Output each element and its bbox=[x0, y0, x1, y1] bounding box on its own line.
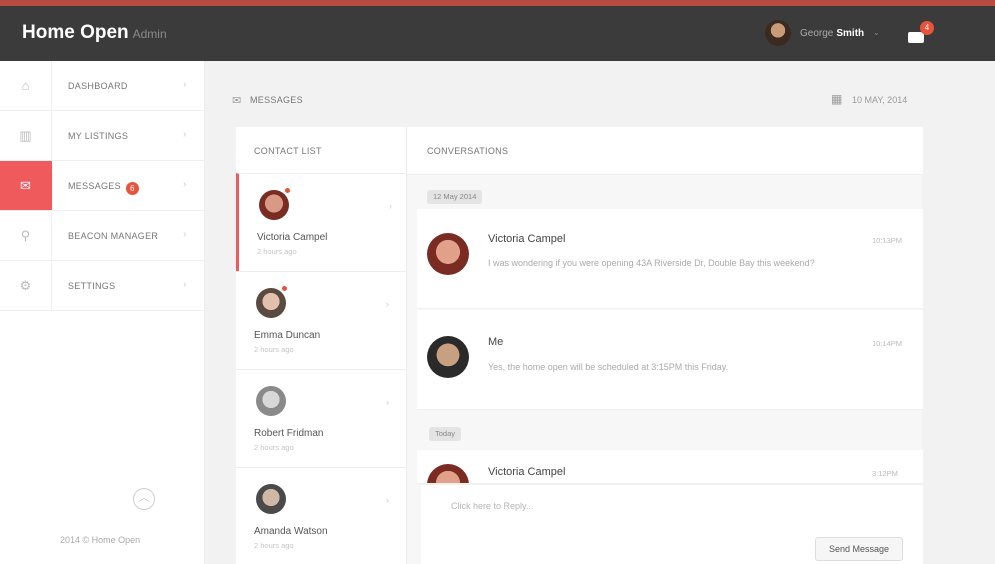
chevron-right-icon: › bbox=[183, 79, 187, 90]
scroll-up-button[interactable]: ︿ bbox=[133, 488, 155, 510]
message-time: 10:13PM bbox=[872, 236, 903, 245]
footer-copyright: 2014 © Home Open bbox=[60, 535, 141, 545]
home-icon: ⌂ bbox=[0, 61, 52, 110]
contact-time: 2 hours ago bbox=[257, 247, 297, 256]
calendar-icon: ▦ bbox=[831, 92, 843, 106]
chevron-right-icon: › bbox=[386, 397, 389, 407]
sidebar-item-label-text: MESSAGES bbox=[68, 181, 121, 191]
chevron-down-icon[interactable]: ⌄ bbox=[873, 28, 880, 37]
avatar bbox=[259, 190, 289, 220]
chevron-right-icon: › bbox=[386, 495, 389, 505]
date-separator: 12 May 2014 bbox=[427, 190, 483, 204]
avatar bbox=[427, 336, 469, 378]
message-item: Victoria Campel 10:13PM I was wondering … bbox=[417, 209, 923, 309]
sidebar: ⌂ DASHBOARD › ▥ MY LISTINGS › ✉ MESSAGES… bbox=[0, 61, 205, 564]
sidebar-item-label: MESSAGES 6 bbox=[68, 181, 139, 195]
sidebar-item-dashboard[interactable]: ⌂ DASHBOARD › bbox=[0, 61, 205, 111]
user-first-name: George bbox=[800, 28, 834, 39]
contact-name: Emma Duncan bbox=[254, 330, 321, 341]
contact-item-amanda-watson[interactable]: Amanda Watson 2 hours ago › bbox=[236, 467, 406, 564]
sidebar-item-beacon-manager[interactable]: ⚲ BEACON MANAGER › bbox=[0, 211, 205, 261]
contact-item-emma-duncan[interactable]: Emma Duncan 2 hours ago › bbox=[236, 271, 406, 369]
user-last-name: Smith bbox=[836, 28, 865, 39]
message-text: I was wondering if you were opening 43A … bbox=[488, 258, 815, 268]
send-message-button[interactable]: Send Message bbox=[815, 537, 903, 561]
conversation-header: CONVERSATIONS bbox=[407, 127, 923, 175]
current-date: 10 MAY, 2014 bbox=[852, 95, 908, 105]
avatar bbox=[427, 233, 469, 275]
chevron-right-icon: › bbox=[183, 129, 187, 140]
sidebar-item-label: DASHBOARD bbox=[68, 81, 128, 91]
sidebar-item-label: MY LISTINGS bbox=[68, 131, 129, 141]
unread-dot bbox=[281, 285, 288, 292]
message-sender: Me bbox=[488, 336, 504, 348]
user-avatar[interactable] bbox=[765, 20, 791, 46]
chevron-right-icon: › bbox=[183, 279, 187, 290]
message-sender: Victoria Campel bbox=[488, 233, 566, 245]
chevron-right-icon: › bbox=[183, 179, 187, 190]
brand-name: Home Open bbox=[22, 22, 129, 43]
notification-badge[interactable]: 4 bbox=[920, 21, 934, 35]
page-title: MESSAGES bbox=[250, 95, 303, 105]
contact-time: 2 hours ago bbox=[254, 443, 294, 452]
chevron-right-icon: › bbox=[389, 201, 392, 211]
sidebar-item-label: SETTINGS bbox=[68, 281, 116, 291]
date-separator: Today bbox=[429, 427, 462, 441]
sidebar-item-label: BEACON MANAGER bbox=[68, 231, 159, 241]
conversation-panel: CONVERSATIONS 12 May 2014 Victoria Campe… bbox=[406, 127, 923, 564]
avatar bbox=[256, 484, 286, 514]
gear-icon: ⚙ bbox=[0, 261, 52, 310]
chevron-right-icon: › bbox=[183, 229, 187, 240]
message-time: 10:14PM bbox=[872, 339, 903, 348]
sidebar-item-messages[interactable]: ✉ MESSAGES 6 › bbox=[0, 161, 205, 211]
reply-input[interactable] bbox=[451, 498, 831, 514]
unread-dot bbox=[284, 187, 291, 194]
message-item: Me 10:14PM Yes, the home open will be sc… bbox=[417, 310, 923, 410]
contact-time: 2 hours ago bbox=[254, 541, 294, 550]
contact-list-heading: CONTACT LIST bbox=[254, 146, 322, 156]
chevron-right-icon: › bbox=[386, 299, 389, 309]
contact-name: Robert Fridman bbox=[254, 428, 324, 439]
message-sender: Victoria Campel bbox=[488, 466, 566, 478]
contact-list-panel: CONTACT LIST Victoria Campel 2 hours ago… bbox=[236, 127, 406, 564]
avatar bbox=[427, 464, 469, 483]
avatar bbox=[256, 386, 286, 416]
contact-name: Victoria Campel bbox=[257, 232, 328, 243]
reply-box: Send Message bbox=[421, 484, 923, 564]
envelope-icon[interactable] bbox=[908, 32, 924, 43]
message-text: Yes, the home open will be scheduled at … bbox=[488, 362, 729, 372]
messages-count-badge: 6 bbox=[125, 182, 139, 195]
contact-time: 2 hours ago bbox=[254, 345, 294, 354]
user-name[interactable]: George Smith bbox=[800, 28, 864, 39]
beacon-icon: ⚲ bbox=[0, 211, 52, 260]
brand-sub: Admin bbox=[132, 27, 167, 41]
top-header: Home Open Admin George Smith ⌄ 4 bbox=[0, 6, 995, 61]
message-time: 3:12PM bbox=[872, 469, 898, 478]
mail-icon: ✉ bbox=[232, 95, 242, 107]
contact-item-robert-fridman[interactable]: Robert Fridman 2 hours ago › bbox=[236, 369, 406, 467]
conversations-heading: CONVERSATIONS bbox=[427, 146, 509, 156]
mail-icon: ✉ bbox=[0, 161, 52, 210]
avatar bbox=[256, 288, 286, 318]
building-icon: ▥ bbox=[0, 111, 52, 160]
message-item: Victoria Campel 3:12PM bbox=[417, 450, 923, 484]
brand-logo[interactable]: Home Open Admin bbox=[22, 22, 167, 44]
contact-item-victoria-campel[interactable]: Victoria Campel 2 hours ago › bbox=[236, 173, 406, 271]
sidebar-item-my-listings[interactable]: ▥ MY LISTINGS › bbox=[0, 111, 205, 161]
sidebar-item-settings[interactable]: ⚙ SETTINGS › bbox=[0, 261, 205, 311]
contact-name: Amanda Watson bbox=[254, 526, 328, 537]
